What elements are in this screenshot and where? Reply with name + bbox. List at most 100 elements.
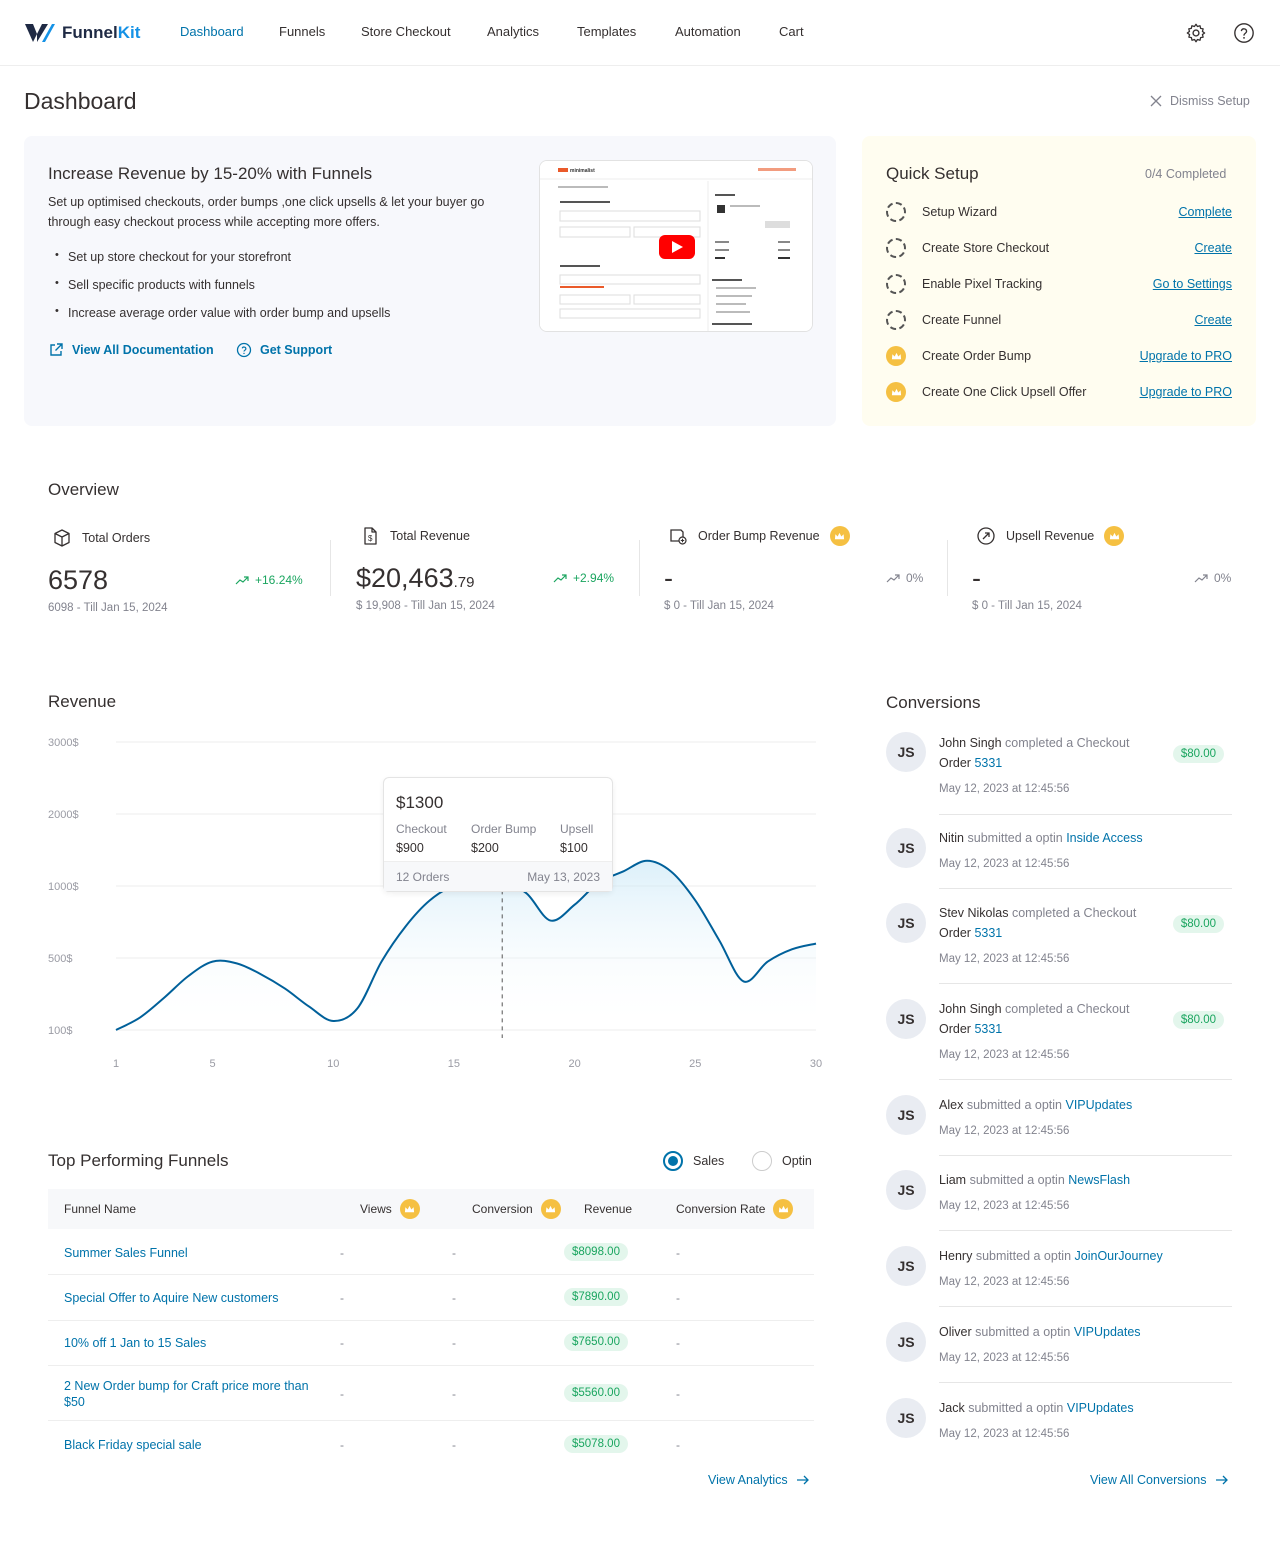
funnel-conversion-rate: -: [676, 1387, 680, 1401]
funnel-conversion-rate: -: [676, 1246, 680, 1260]
video-thumbnail[interactable]: minimalist: [539, 160, 813, 332]
trend-up-icon: [553, 574, 567, 583]
view-documentation-link[interactable]: View All Documentation: [48, 342, 214, 358]
nav-analytics[interactable]: Analytics: [487, 24, 539, 39]
conversion-order-label: Order: [939, 756, 971, 770]
funnel-name-link[interactable]: Special Offer to Aquire New customers: [64, 1290, 324, 1306]
conversion-action: submitted a optin: [975, 1325, 1071, 1339]
pro-crown-icon: [886, 382, 906, 402]
conversion-action: submitted a optin: [969, 1173, 1065, 1187]
optin-radio-label: Optin: [782, 1154, 812, 1168]
view-all-conversions-link[interactable]: View All Conversions: [1090, 1473, 1229, 1487]
avatar: JS: [886, 828, 926, 868]
conversion-item[interactable]: JS John Singh completed a Checkout Order …: [886, 999, 1232, 1069]
column-header-conversion[interactable]: Conversion: [472, 1199, 561, 1219]
dismiss-setup-button[interactable]: Dismiss Setup: [1150, 94, 1250, 108]
tooltip-date: May 13, 2023: [527, 870, 600, 884]
settings-gear-icon[interactable]: [1185, 22, 1207, 44]
create-store-checkout-link[interactable]: Create: [1194, 241, 1232, 255]
create-funnel-link[interactable]: Create: [1194, 313, 1232, 327]
conversion-name: Oliver: [939, 1325, 972, 1339]
conversion-name: Alex: [939, 1098, 964, 1112]
conversion-optin-link[interactable]: VIPUpdates: [1066, 1098, 1133, 1112]
conversion-text: Stev Nikolas completed a Checkout Order 5…: [939, 903, 1136, 943]
funnelkit-logo[interactable]: FunnelKit: [24, 20, 140, 46]
metric-value: 6578: [48, 565, 108, 596]
top-funnels-title: Top Performing Funnels: [48, 1151, 229, 1170]
metric-value-number: -: [972, 563, 981, 593]
trend-up-icon: [886, 574, 900, 583]
nav-automation[interactable]: Automation: [675, 24, 741, 39]
conversion-order-label: Order: [939, 926, 971, 940]
conversion-item[interactable]: JS Nitin submitted a optin Inside Access…: [886, 828, 1232, 878]
conversion-amount-badge: $80.00: [1172, 1011, 1224, 1029]
promo-title: Increase Revenue by 15-20% with Funnels: [48, 164, 373, 183]
conversion-item[interactable]: JS Stev Nikolas completed a Checkout Orde…: [886, 903, 1232, 973]
conversion-optin-link[interactable]: VIPUpdates: [1067, 1401, 1134, 1415]
conversion-action: completed a Checkout: [1011, 906, 1137, 920]
column-header-views[interactable]: Views: [360, 1199, 420, 1219]
conversion-item[interactable]: JS Liam submitted a optin NewsFlash May …: [886, 1170, 1232, 1220]
conversion-item[interactable]: JS Alex submitted a optin VIPUpdates May…: [886, 1095, 1232, 1145]
nav-funnels[interactable]: Funnels: [279, 24, 325, 39]
conversion-order-link[interactable]: 5331: [974, 926, 1002, 940]
pro-crown-icon: [540, 1199, 561, 1219]
quick-setup-title: Quick Setup: [886, 164, 979, 183]
funnel-name-link[interactable]: Black Friday special sale: [64, 1437, 324, 1453]
pro-crown-icon: [829, 526, 850, 546]
promo-bullet: Sell specific products with funnels: [55, 277, 255, 292]
funnel-name-link[interactable]: 10% off 1 Jan to 15 Sales: [64, 1335, 324, 1351]
metric-upsell-revenue: Upsell Revenue: [976, 526, 1125, 546]
upgrade-to-pro-link[interactable]: Upgrade to PRO: [1140, 349, 1232, 363]
x-tick-label: 5: [209, 1058, 215, 1070]
column-header-label: Conversion Rate: [676, 1202, 766, 1216]
metric-value: -: [972, 563, 981, 594]
funnelkit-logo-icon: [25, 24, 55, 42]
conversion-optin-link[interactable]: Inside Access: [1066, 831, 1142, 845]
conversion-amount-badge: $80.00: [1172, 745, 1224, 763]
metric-value-number: $20,463: [356, 563, 454, 593]
row-divider: [48, 1320, 814, 1321]
avatar: JS: [886, 1170, 926, 1210]
metric-change: 0%: [886, 571, 923, 585]
view-analytics-link[interactable]: View Analytics: [708, 1473, 810, 1487]
funnel-revenue-badge: $7890.00: [564, 1288, 628, 1306]
conversion-order-label: Order: [939, 1022, 971, 1036]
upgrade-to-pro-link[interactable]: Upgrade to PRO: [1140, 385, 1232, 399]
complete-setup-wizard-link[interactable]: Complete: [1179, 205, 1233, 219]
help-question-icon[interactable]: [1233, 22, 1255, 44]
conversion-text: Nitin submitted a optin Inside Access: [939, 828, 1143, 848]
promo-bullet-text: Increase average order value with order …: [68, 306, 391, 320]
conversion-order-link[interactable]: 5331: [974, 756, 1002, 770]
avatar: JS: [886, 903, 926, 943]
funnel-name-link[interactable]: 2 New Order bump for Craft price more th…: [64, 1378, 324, 1410]
conversion-text: Oliver submitted a optin VIPUpdates: [939, 1322, 1141, 1342]
conversion-item[interactable]: JS Oliver submitted a optin VIPUpdates M…: [886, 1322, 1232, 1372]
nav-cart[interactable]: Cart: [779, 24, 804, 39]
tooltip-bump-value: $200: [471, 841, 499, 855]
conversion-item[interactable]: JS Henry submitted a optin JoinOurJourne…: [886, 1246, 1232, 1296]
column-header-conversion-rate[interactable]: Conversion Rate: [676, 1199, 794, 1219]
conversion-divider: [939, 1079, 1232, 1080]
nav-templates[interactable]: Templates: [577, 24, 636, 39]
sales-radio[interactable]: Sales: [663, 1151, 724, 1171]
dismiss-setup-label: Dismiss Setup: [1170, 94, 1250, 108]
nav-dashboard[interactable]: Dashboard: [180, 24, 244, 39]
optin-radio[interactable]: Optin: [752, 1151, 812, 1171]
go-to-settings-link[interactable]: Go to Settings: [1153, 277, 1232, 291]
conversion-item[interactable]: JS John Singh completed a Checkout Order …: [886, 732, 1232, 802]
conversion-order-link[interactable]: 5331: [974, 1022, 1002, 1036]
conversion-optin-link[interactable]: NewsFlash: [1068, 1173, 1130, 1187]
conversion-optin-link[interactable]: VIPUpdates: [1074, 1325, 1141, 1339]
conversion-optin-link[interactable]: JoinOurJourney: [1075, 1249, 1163, 1263]
funnel-name-link[interactable]: Summer Sales Funnel: [64, 1245, 324, 1261]
tooltip-upsell: Upsell $100: [560, 822, 593, 855]
nav-store-checkout[interactable]: Store Checkout: [361, 24, 451, 39]
metric-change: +2.94%: [553, 571, 614, 585]
tooltip-checkout-label: Checkout: [396, 822, 447, 836]
promo-bullet-text: Sell specific products with funnels: [68, 278, 255, 292]
get-support-link[interactable]: Get Support: [236, 342, 332, 358]
quick-setup-progress: 0/4 Completed: [1145, 167, 1227, 181]
conversion-item[interactable]: JS Jack submitted a optin VIPUpdates May…: [886, 1398, 1232, 1448]
chart-tooltip: $1300 Checkout $900 Order Bump $200 Upsell…: [383, 777, 613, 892]
